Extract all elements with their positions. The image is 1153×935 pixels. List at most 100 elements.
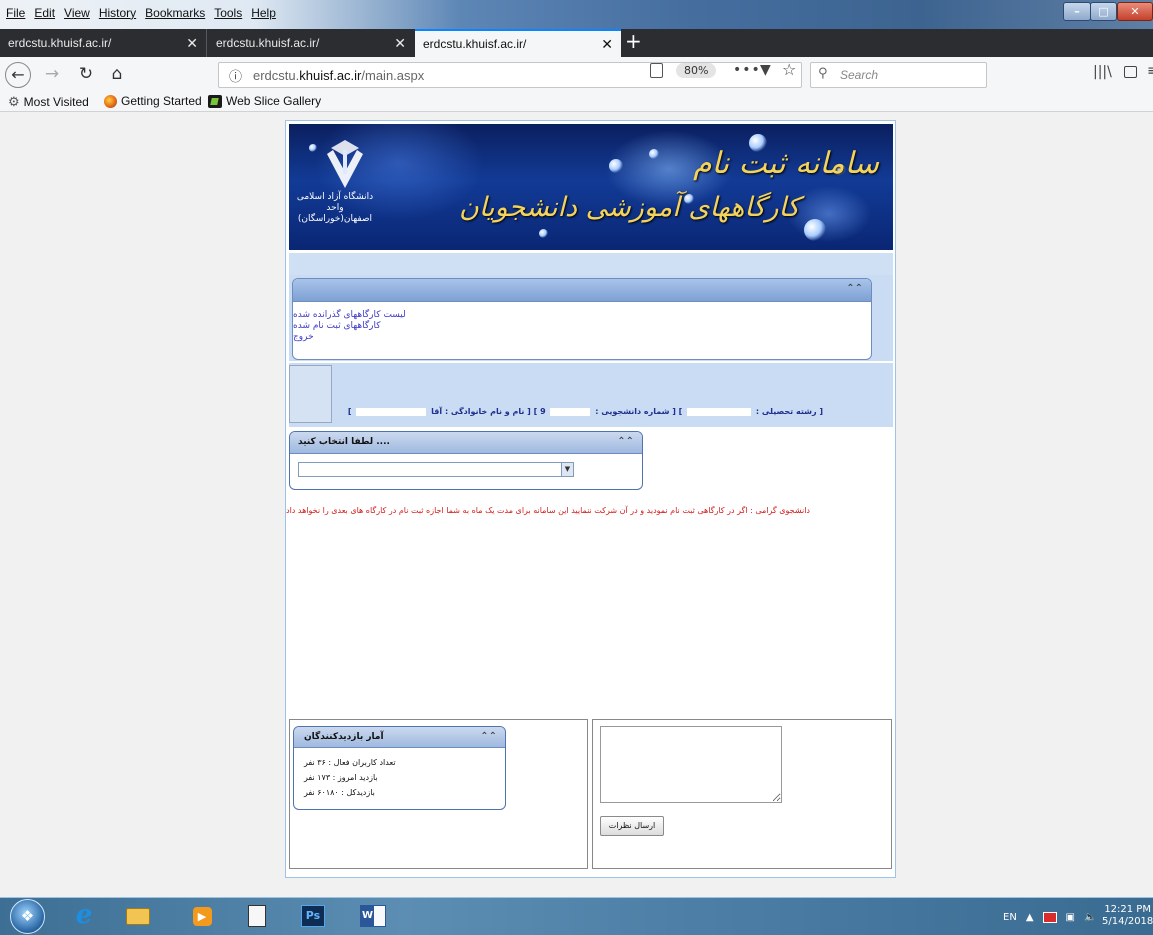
menu-file[interactable]: File [6,6,25,20]
link-logout[interactable]: خروج [293,332,406,343]
reader-view-icon[interactable] [650,63,663,78]
word-shape: W [360,905,386,927]
windows-icon: ❖ [20,907,35,925]
volume-icon[interactable]: 🔈 [1084,912,1096,923]
decor-bubble [649,149,659,159]
university-name-line1: دانشگاه آزاد اسلامی [296,192,374,202]
calculator-icon[interactable] [241,901,273,931]
workshop-dropdown[interactable]: ▼ [298,462,574,477]
show-hidden-icons-icon[interactable]: ▲ [1026,912,1034,923]
maximize-button[interactable]: □ [1090,2,1117,21]
forward-icon[interactable]: → [40,62,64,88]
action-center-flag-icon[interactable] [1042,911,1057,923]
sidebar-icon[interactable] [1124,66,1137,78]
firefox-icon [104,94,117,108]
stats-cell: آمار بازدیدکنندگان ⌃⌃ تعداد کاربران فعال… [289,719,588,869]
bookmark-web-slice-gallery[interactable]: Web Slice Gallery [208,94,321,108]
menu-bookmarks[interactable]: Bookmarks [145,6,205,20]
link-registered-workshops[interactable]: کارگاههای ثبت نام شده [293,321,406,332]
tab-2[interactable]: erdcstu.khuisf.ac.ir/ ✕ [208,29,414,57]
menu-area: ⌃⌃ لیست کارگاههای گذرانده شده کارگاههای … [289,275,893,361]
tab-title: erdcstu.khuisf.ac.ir/ [423,37,527,51]
name-label: ] [ نام و نام خانوادگی : آقا [431,407,538,416]
play-icon: ▶ [192,907,212,926]
clock-date: 5/14/2018 [1102,916,1153,927]
page-actions-icon[interactable]: ••• [733,62,761,78]
banner-title: سامانه ثبت نام [693,146,879,181]
folder-shape [126,908,150,925]
restore-icon: □ [1098,5,1109,18]
send-comments-button[interactable]: ارسال نظرات [600,816,664,836]
total-visits: بازدیدکل : ۶۰۱۸۰ نفر [304,788,375,797]
tab-bar: erdcstu.khuisf.ac.ir/ ✕ erdcstu.khuisf.a… [0,29,1153,57]
clock[interactable]: 12:21 PM 5/14/2018 [1102,904,1153,928]
home-icon[interactable]: ⌂ [105,62,129,88]
menu-tools[interactable]: Tools [214,6,242,20]
close-tab-icon[interactable]: ✕ [601,31,613,57]
back-icon[interactable]: ← [5,62,31,88]
closing-bracket: ] [347,407,352,416]
star-icon[interactable]: ☆ [782,60,796,79]
language-indicator[interactable]: EN [1003,912,1017,923]
reload-icon[interactable]: ↻ [74,62,98,88]
workshop-select-panel: .... لطفا انتخاب کنید ⌃⌃ ▼ [289,431,643,490]
redacted-name [356,407,427,416]
menu-help[interactable]: Help [251,6,276,20]
web-slice-icon [208,94,222,108]
student-info-area: [ رشته تحصیلی : ] [ شماره دانشجویی : 9 ]… [289,363,893,427]
search-input[interactable]: ⚲ Search [810,62,987,88]
start-button[interactable]: ❖ [10,899,45,934]
menu-edit[interactable]: Edit [34,6,55,20]
collapse-icon[interactable]: ⌃⌃ [480,731,497,742]
bookmark-label: Web Slice Gallery [226,94,322,108]
menu-history[interactable]: History [99,6,136,20]
site-banner: دانشگاه آزاد اسلامی واحد اصفهان(خوراسگان… [289,124,893,250]
comment-textarea[interactable] [600,726,782,803]
student-photo [289,365,332,423]
search-placeholder: Search [840,68,879,82]
visitor-stats-panel: آمار بازدیدکنندگان ⌃⌃ تعداد کاربران فعال… [293,726,506,810]
search-icon: ⚲ [818,66,828,81]
zoom-level[interactable]: 80% [676,63,717,78]
warning-message: دانشجوی گرامی : اگر در کارگاهی ثبت نام ن… [286,506,810,515]
bookmark-getting-started[interactable]: Getting Started [104,94,202,108]
field-label: [ رشته تحصیلی : [755,407,823,416]
menu-view[interactable]: View [64,6,90,20]
word-icon[interactable]: W [357,901,389,931]
url-domain: khuisf.ac.ir [299,68,362,83]
bookmark-most-visited[interactable]: ⚙ Most Visited [8,94,89,110]
menu-bar: File Edit View History Bookmarks Tools H… [0,0,1153,29]
pocket-icon[interactable]: ▼ [760,62,771,78]
tab-1[interactable]: erdcstu.khuisf.ac.ir/ ✕ [0,29,207,57]
university-name-line2: واحد اصفهان(خوراسگان) [297,203,373,224]
link-passed-workshops[interactable]: لیست کارگاههای گذرانده شده [293,310,406,321]
minimize-button[interactable]: – [1063,2,1091,21]
menu-panel-header: ⌃⌃ [293,279,871,302]
info-icon[interactable]: ⓘ [229,66,242,85]
folder-icon[interactable] [122,901,154,931]
web-content: دانشگاه آزاد اسلامی واحد اصفهان(خوراسگان… [0,112,1153,897]
photoshop-icon[interactable]: Ps [297,901,329,931]
close-window-button[interactable]: ✕ [1117,2,1153,21]
banner-subtitle: کارگاههای آموزشی دانشجویان [459,192,800,223]
close-tab-icon[interactable]: ✕ [394,29,406,57]
decor-bubble [609,159,623,173]
new-tab-button[interactable]: + [625,29,642,53]
internet-explorer-icon[interactable]: e [68,901,100,931]
network-icon[interactable]: ▣ [1066,912,1075,923]
gear-icon: ⚙ [8,94,20,109]
collapse-icon[interactable]: ⌃⌃ [846,283,863,294]
chevron-down-icon[interactable]: ▼ [561,463,573,476]
tab-title: erdcstu.khuisf.ac.ir/ [216,36,320,50]
redacted-field-value [687,407,752,416]
collapse-icon[interactable]: ⌃⌃ [617,436,634,447]
tab-3-active[interactable]: erdcstu.khuisf.ac.ir/ ✕ [415,29,621,57]
close-tab-icon[interactable]: ✕ [186,29,198,57]
comment-cell: ارسال نظرات [592,719,892,869]
word-label: W [361,906,374,926]
media-player-icon[interactable]: ▶ [186,901,218,931]
menu-icon[interactable]: ≡ [1147,63,1153,79]
library-icon[interactable]: |||\ [1093,64,1112,80]
stats-rows: تعداد کاربران فعال : ۳۶ نفر بازدید امروز… [304,755,396,800]
decor-bubble [309,144,317,152]
